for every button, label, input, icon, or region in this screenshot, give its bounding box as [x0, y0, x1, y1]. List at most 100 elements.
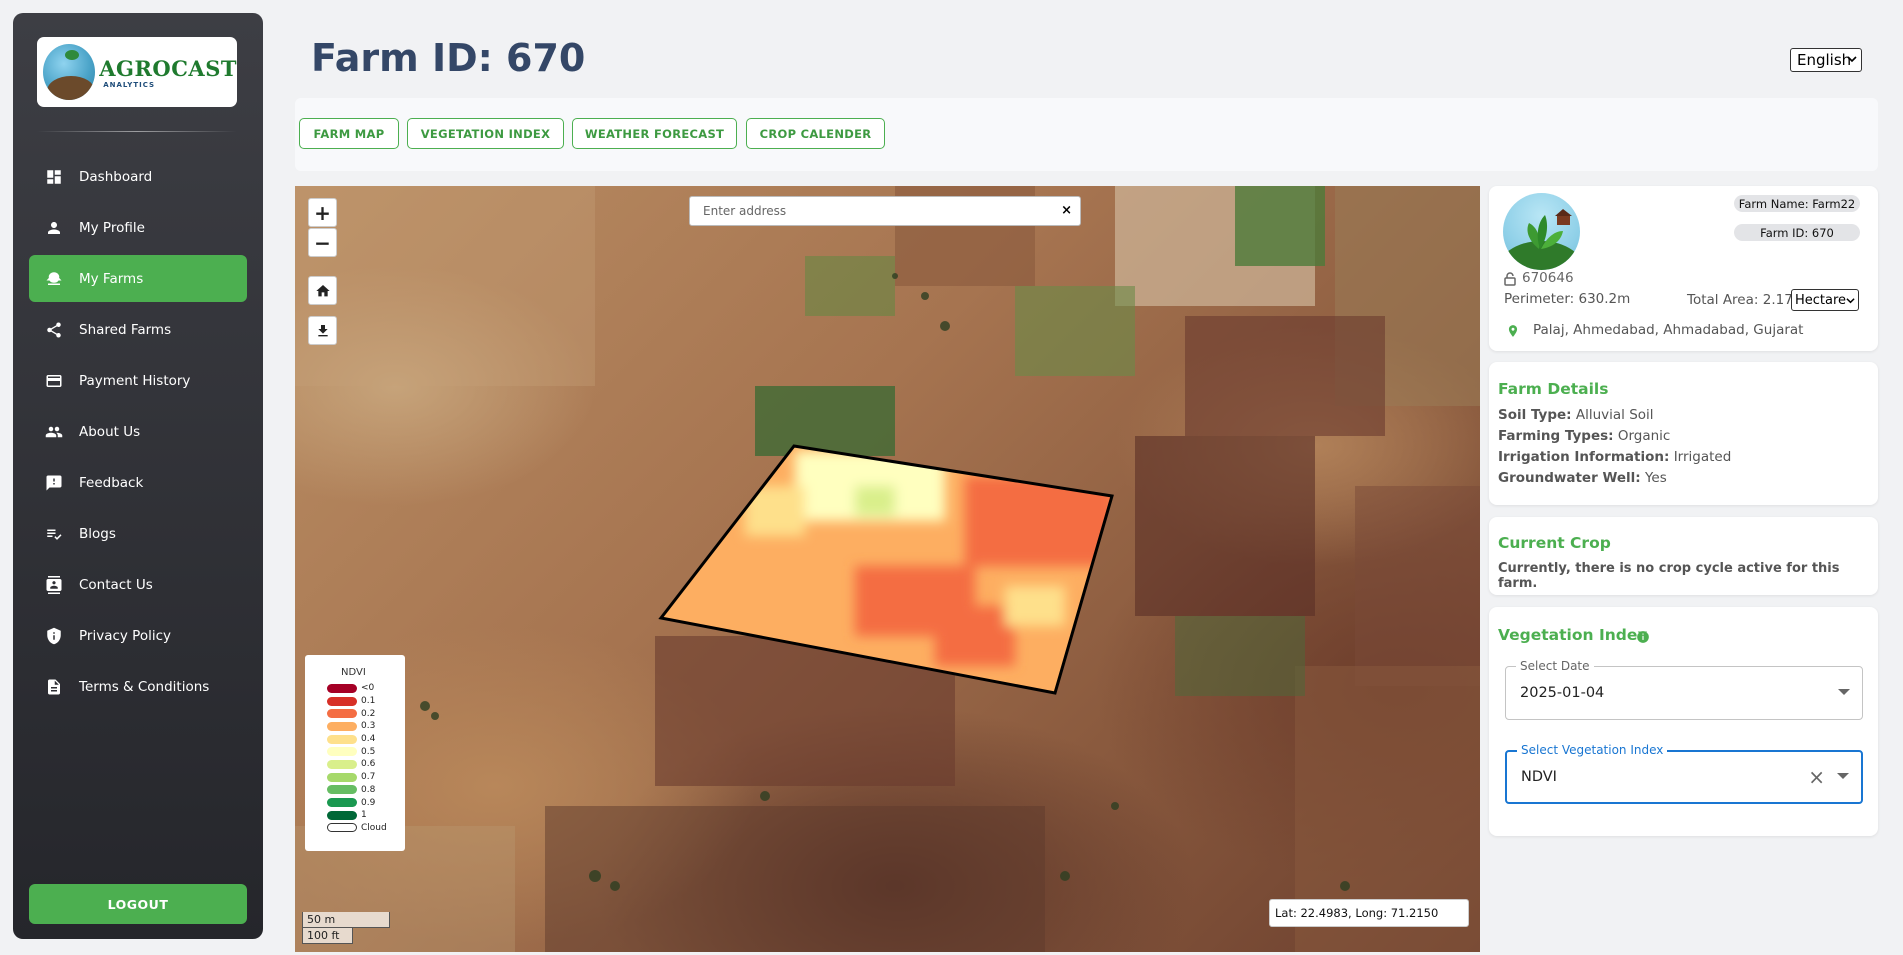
area-unit-select[interactable]: Hectare [1791, 289, 1859, 311]
sidebar-item-shared-farms[interactable]: Shared Farms [29, 306, 247, 353]
legend-swatch [327, 721, 357, 731]
vegetation-index-label: Select Vegetation Index [1517, 743, 1668, 757]
area-unit-value: Hectare [1795, 292, 1847, 308]
dropdown-arrow-icon [1838, 689, 1850, 695]
detail-value: Alluvial Soil [1575, 407, 1654, 423]
scale-bar-metric: 50 m [302, 912, 390, 928]
vegetation-index-select[interactable]: Select Vegetation Index NDVI × [1505, 743, 1863, 804]
detail-key: Groundwater Well: [1498, 470, 1641, 486]
legend-row: 0.1 [327, 695, 405, 708]
legend-label: 0.6 [361, 759, 376, 770]
sidebar-item-label: Contact Us [79, 576, 153, 593]
document-icon [45, 678, 63, 696]
detail-key: Farming Types: [1498, 428, 1614, 444]
download-button[interactable] [308, 316, 337, 345]
legend-swatch [327, 747, 357, 757]
farm-info-card: Farm Name: Farm22 Farm ID: 670 670646 Pe… [1489, 186, 1878, 351]
sidebar-item-about-us[interactable]: About Us [29, 408, 247, 455]
sidebar-divider [37, 131, 237, 132]
sidebar-item-label: Dashboard [79, 168, 153, 185]
perimeter-text: Perimeter: 630.2m [1504, 291, 1631, 307]
sidebar: AGROCAST ANALYTICS Dashboard My Profile … [13, 13, 263, 939]
chevron-down-icon [1847, 56, 1857, 63]
vegetation-index-card: Vegetation Index Select Date 2025-01-04 … [1489, 607, 1878, 836]
sidebar-item-my-profile[interactable]: My Profile [29, 204, 247, 251]
legend-row: 0.8 [327, 784, 405, 797]
contact-icon [45, 575, 63, 594]
sidebar-item-my-farms[interactable]: My Farms [29, 255, 247, 302]
legend-label: 0.3 [361, 721, 376, 732]
legend-label: 0.8 [361, 784, 376, 795]
sidebar-item-label: Payment History [79, 372, 191, 389]
sidebar-item-label: My Profile [79, 219, 145, 236]
clear-search-icon[interactable]: × [1061, 203, 1072, 218]
farming-types-row: Farming Types: Organic [1498, 428, 1670, 444]
language-select[interactable]: English [1790, 48, 1862, 72]
sidebar-item-dashboard[interactable]: Dashboard [29, 153, 247, 200]
blog-icon [45, 525, 63, 543]
legend-label: 0.9 [361, 797, 376, 808]
legend-label: 0.1 [361, 696, 376, 707]
legend-label: Cloud [361, 822, 387, 833]
legend-row: 0.6 [327, 758, 405, 771]
legend-label: 0.5 [361, 746, 376, 757]
legend-row: Cloud [327, 822, 405, 835]
logout-button[interactable]: LOGOUT [29, 884, 247, 924]
total-area-text: Total Area: 2.17 [1687, 292, 1793, 308]
date-select[interactable]: Select Date 2025-01-04 [1505, 659, 1863, 720]
dropdown-arrow-icon [1837, 773, 1849, 779]
sidebar-item-privacy-policy[interactable]: Privacy Policy [29, 612, 247, 659]
legend-label: 1 [361, 810, 367, 821]
farm-details-card: Farm Details Soil Type: Alluvial Soil Fa… [1489, 362, 1878, 505]
tab-vegetation-index[interactable]: VEGETATION INDEX [407, 118, 564, 149]
language-value: English [1797, 51, 1852, 69]
credit-card-icon [45, 372, 63, 390]
farm-code: 670646 [1522, 270, 1574, 286]
legend-swatch [327, 798, 357, 808]
globe-logo-icon [43, 44, 96, 100]
dashboard-icon [45, 168, 63, 186]
legend-swatch [327, 683, 357, 693]
logo[interactable]: AGROCAST ANALYTICS [37, 37, 237, 107]
farm-icon [45, 270, 63, 288]
farm-name-badge: Farm Name: Farm22 [1734, 195, 1860, 212]
soil-type-row: Soil Type: Alluvial Soil [1498, 407, 1654, 423]
tab-farm-map[interactable]: FARM MAP [299, 118, 399, 149]
share-icon [45, 321, 63, 339]
detail-value: Organic [1617, 428, 1671, 444]
sidebar-item-payment-history[interactable]: Payment History [29, 357, 247, 404]
legend-swatch [327, 759, 357, 769]
zoom-in-button[interactable]: + [308, 198, 337, 227]
farm-location: Palaj, Ahmedabad, Ahmadabad, Gujarat [1533, 322, 1804, 338]
chevron-down-icon [1846, 298, 1855, 304]
info-icon[interactable] [1636, 630, 1650, 644]
legend-label: 0.7 [361, 772, 376, 783]
home-button[interactable] [308, 276, 337, 305]
current-crop-message: Currently, there is no crop cycle active… [1498, 561, 1840, 591]
farm-map[interactable]: Enter address × + − NDVI <0 0.1 0.2 0.3 0.4 0… [295, 186, 1480, 952]
clear-selection-icon[interactable]: × [1808, 765, 1825, 789]
detail-key: Irrigation Information: [1498, 449, 1670, 465]
zoom-out-button[interactable]: − [308, 228, 337, 257]
sidebar-item-feedback[interactable]: Feedback [29, 459, 247, 506]
feedback-icon [45, 474, 63, 492]
logo-subtext: ANALYTICS [103, 80, 156, 89]
tab-weather-forecast[interactable]: WEATHER FORECAST [572, 118, 737, 149]
legend-row: 0.3 [327, 720, 405, 733]
tab-crop-calender[interactable]: CROP CALENDER [746, 118, 885, 149]
sidebar-item-terms[interactable]: Terms & Conditions [29, 663, 247, 710]
sidebar-item-label: Privacy Policy [79, 627, 172, 644]
sidebar-item-contact-us[interactable]: Contact Us [29, 561, 247, 608]
person-icon [45, 219, 63, 237]
vegetation-index-title: Vegetation Index [1498, 626, 1648, 644]
legend-row: 0.5 [327, 745, 405, 758]
sidebar-item-blogs[interactable]: Blogs [29, 510, 247, 557]
lock-open-icon[interactable] [1504, 272, 1516, 286]
legend-swatch [327, 785, 357, 795]
address-search-input[interactable]: Enter address × [689, 196, 1081, 226]
sidebar-item-label: About Us [79, 423, 141, 440]
farm-plant-icon [1503, 209, 1580, 270]
date-select-value: 2025-01-04 [1520, 685, 1605, 701]
vegetation-index-value: NDVI [1521, 769, 1557, 785]
groundwater-row: Groundwater Well: Yes [1498, 470, 1667, 486]
